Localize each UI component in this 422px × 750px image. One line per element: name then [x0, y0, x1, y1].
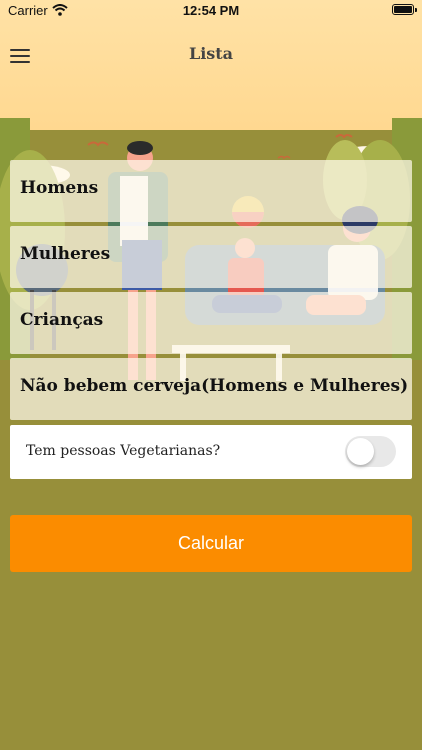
mulheres-field[interactable]: Mulheres [10, 226, 412, 288]
page-title: Lista [188, 44, 234, 63]
homens-field[interactable]: Homens [10, 160, 412, 222]
criancas-field[interactable]: Crianças [10, 292, 412, 354]
nao-bebem-field[interactable]: Não bebem cerveja(Homens e Mulheres) [10, 358, 412, 420]
mulheres-label: Mulheres [20, 244, 111, 264]
status-bar: Carrier 12:54 PM [0, 0, 422, 22]
vegetarian-toggle[interactable] [345, 436, 396, 467]
toggle-knob [347, 438, 374, 465]
status-time: 12:54 PM [182, 3, 240, 18]
navigation-bar: Lista [0, 30, 422, 74]
criancas-label: Crianças [20, 310, 104, 330]
nao-bebem-label: Não bebem cerveja(Homens e Mulheres) [20, 376, 409, 396]
vegetarian-label: Tem pessoas Vegetarianas? [26, 443, 221, 459]
battery-icon [392, 4, 417, 15]
calcular-button[interactable]: Calcular [10, 515, 412, 572]
homens-label: Homens [20, 178, 99, 198]
vegetarian-row: Tem pessoas Vegetarianas? [10, 425, 412, 479]
